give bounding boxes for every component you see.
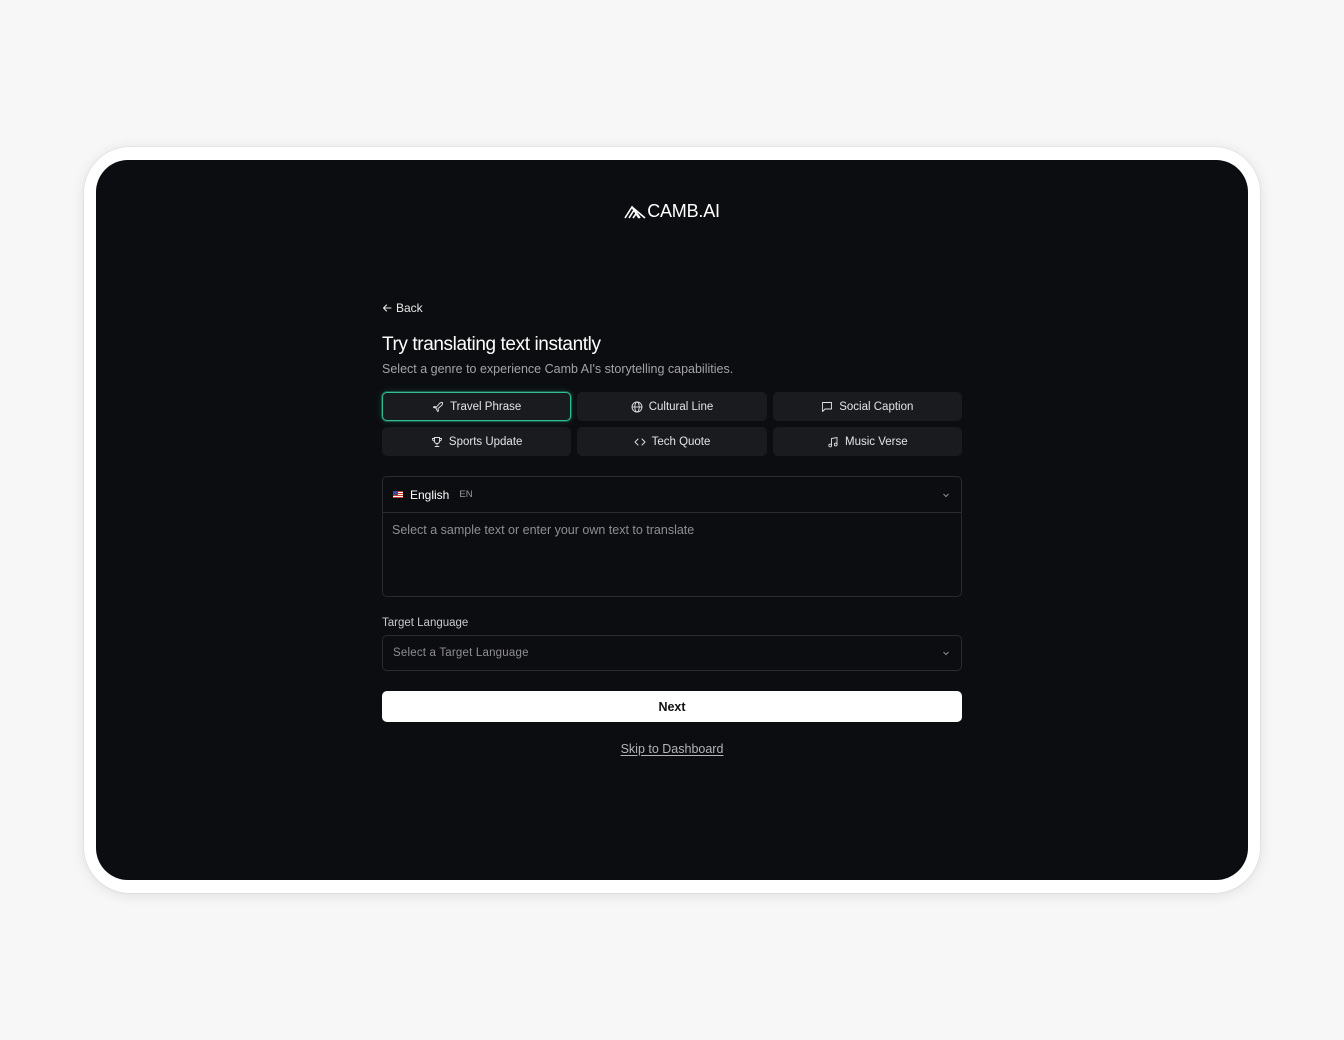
genre-label: Cultural Line bbox=[648, 400, 714, 413]
target-language-select[interactable]: Select a Target Language bbox=[382, 635, 962, 671]
source-language-name: English bbox=[410, 487, 450, 502]
genre-label: Sports Update bbox=[448, 435, 523, 448]
genre-label: Music Verse bbox=[845, 435, 908, 448]
genre-label: Social Caption bbox=[839, 400, 914, 413]
target-language-label: Target Language bbox=[382, 617, 469, 629]
genre-sports-update-button[interactable]: Sports Update bbox=[382, 427, 572, 456]
source-language-select[interactable]: English EN bbox=[383, 477, 961, 513]
chevron-down-icon bbox=[943, 493, 949, 497]
back-link[interactable]: Back bbox=[382, 301, 423, 315]
brand-wordmark: CAMB.AI bbox=[647, 201, 720, 221]
app-screen: CAMB.AI Back Try translating text instan… bbox=[96, 160, 1248, 880]
source-language-code: EN bbox=[459, 489, 473, 500]
back-label: Back bbox=[396, 301, 423, 315]
skip-to-dashboard-link[interactable]: Skip to Dashboard bbox=[621, 742, 724, 756]
source-text-panel: English EN bbox=[382, 476, 962, 597]
genre-grid: Travel Phrase Cultural Line Social Capti… bbox=[382, 392, 962, 456]
page-title: Try translating text instantly bbox=[382, 334, 601, 355]
us-flag-icon bbox=[393, 491, 403, 498]
genre-cultural-line-button[interactable]: Cultural Line bbox=[577, 392, 767, 421]
genre-travel-phrase-button[interactable]: Travel Phrase bbox=[382, 392, 572, 421]
chevron-down-icon bbox=[943, 651, 949, 656]
onboarding-panel: Back Try translating text instantly Sele… bbox=[382, 300, 962, 758]
genre-music-verse-button[interactable]: Music Verse bbox=[772, 427, 962, 456]
brand-logo: CAMB.AI bbox=[96, 201, 1248, 222]
trophy-icon bbox=[431, 436, 442, 447]
code-icon bbox=[634, 438, 646, 445]
page-subtitle: Select a genre to experience Camb AI's s… bbox=[382, 362, 734, 376]
genre-label: Travel Phrase bbox=[450, 400, 522, 413]
plane-icon bbox=[433, 401, 444, 412]
genre-social-caption-button[interactable]: Social Caption bbox=[772, 392, 962, 421]
next-button[interactable]: Next bbox=[382, 691, 962, 722]
music-icon bbox=[828, 436, 838, 447]
globe-icon bbox=[631, 401, 643, 412]
source-text-input[interactable] bbox=[383, 513, 961, 596]
genre-tech-quote-button[interactable]: Tech Quote bbox=[577, 427, 767, 456]
target-language-placeholder: Select a Target Language bbox=[393, 647, 529, 659]
genre-label: Tech Quote bbox=[651, 435, 711, 448]
skip-container: Skip to Dashboard bbox=[382, 740, 962, 758]
camb-logo-icon bbox=[624, 205, 646, 219]
arrow-left-icon bbox=[382, 304, 392, 312]
message-icon bbox=[822, 401, 833, 412]
